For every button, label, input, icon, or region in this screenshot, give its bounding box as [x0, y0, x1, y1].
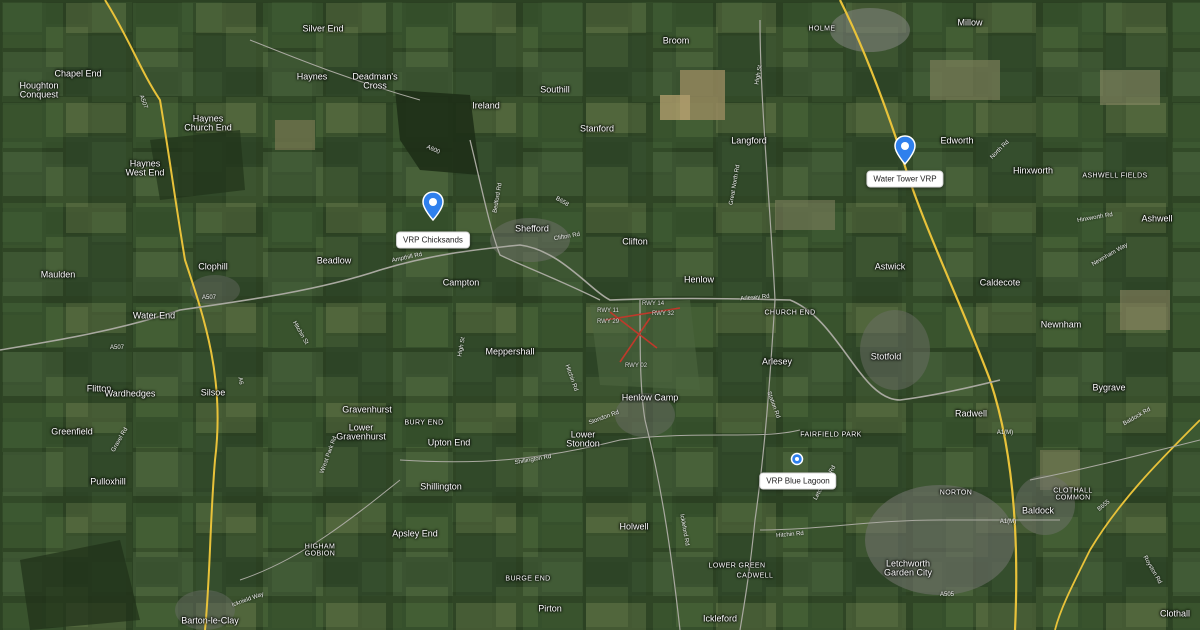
place-label: Pirton — [538, 603, 562, 614]
map-pin-icon — [894, 135, 916, 166]
place-label: FAIRFIELD PARK — [800, 431, 862, 439]
place-label: Clothall — [1159, 608, 1191, 619]
place-label: Haynes West End — [125, 158, 165, 178]
place-label: Campton — [442, 277, 480, 288]
runway-label: RWY 11 — [597, 308, 619, 314]
vrp-blue-lagoon-pin[interactable] — [790, 452, 804, 471]
place-label: Caldecote — [979, 277, 1021, 288]
place-label: ASHWELL FIELDS — [1082, 172, 1148, 180]
runway-label: RWY 32 — [651, 311, 675, 317]
place-label: NORTON — [939, 489, 973, 497]
place-label: Haynes — [296, 71, 328, 82]
place-label: HIGHAM GOBION — [304, 543, 336, 558]
airfield-runways — [604, 307, 681, 363]
place-label: Henlow — [683, 274, 715, 285]
place-label: Shillington — [420, 481, 462, 492]
place-label: Silsoe — [200, 387, 226, 398]
place-label: Pulloxhill — [90, 476, 126, 487]
place-label: Upton End — [427, 437, 471, 448]
vrp-chicksands-label[interactable]: VRP Chicksands — [396, 231, 470, 249]
runway-label: RWY 14 — [641, 301, 665, 307]
map-pin-icon — [422, 191, 444, 222]
place-label: Haynes Church End — [184, 113, 232, 133]
place-label: Maulden — [40, 269, 76, 280]
place-label: Hinxworth — [1012, 165, 1054, 176]
road-label: A507 — [201, 295, 217, 301]
road-label: A505 — [939, 592, 955, 598]
place-label: Lower Stondon — [566, 429, 600, 449]
place-label: Barton-le-Clay — [181, 615, 239, 626]
place-label: CHURCH END — [764, 309, 816, 317]
place-label: Silver End — [302, 23, 344, 34]
place-label: Edworth — [940, 135, 974, 146]
place-label: Shefford — [515, 223, 549, 234]
place-label: Lower Gravenhurst — [336, 422, 386, 442]
place-label: Water End — [132, 310, 176, 321]
place-label: Broom — [662, 35, 690, 46]
place-label: Radwell — [954, 408, 988, 419]
place-label: BURY END — [404, 419, 444, 427]
place-label: Clophill — [198, 261, 228, 272]
road-label: A1(M) — [996, 430, 1014, 436]
place-label: Greenfield — [51, 426, 93, 437]
place-label: Stotfold — [870, 351, 902, 362]
place-label: Newnham — [1040, 319, 1082, 330]
place-label: Holwell — [619, 521, 649, 532]
water-tower-vrp-pin[interactable] — [894, 135, 916, 170]
place-label: Wardhedges — [104, 388, 156, 399]
satellite-map[interactable]: RWY 11 RWY 29 RWY 14 RWY 32 RWY 02 Silve… — [0, 0, 1200, 630]
road-label: A507 — [109, 345, 125, 351]
road-label: A1(M) — [999, 519, 1017, 525]
vrp-chicksands-pin[interactable] — [422, 191, 444, 226]
place-label: Deadman's Cross — [352, 71, 398, 91]
place-label: Arlesey — [761, 356, 793, 367]
place-label: Ireland — [472, 100, 500, 111]
road-label: A6 — [236, 376, 244, 386]
place-label: LOWER GREEN — [708, 562, 766, 570]
place-label: CLOTHALL COMMON — [1053, 487, 1093, 502]
place-label: Langford — [731, 135, 767, 146]
place-label: Millow — [957, 17, 983, 28]
map-pin-icon — [790, 452, 804, 466]
place-label: Southill — [540, 84, 570, 95]
place-label: Baldock — [1021, 505, 1055, 516]
place-label: BURGE END — [505, 575, 551, 583]
water-tower-vrp-label[interactable]: Water Tower VRP — [866, 170, 944, 188]
place-label: Ickleford — [702, 613, 738, 624]
place-label: Apsley End — [392, 528, 438, 539]
place-label: Beadlow — [316, 255, 352, 266]
place-label: Letchworth Garden City — [883, 558, 933, 578]
place-label: HOLME — [808, 25, 836, 33]
place-label: Stanford — [579, 123, 615, 134]
place-label: Ashwell — [1141, 213, 1173, 224]
place-label: Meppershall — [485, 346, 535, 357]
runway-label: RWY 29 — [596, 319, 620, 325]
place-label: Gravenhurst — [342, 404, 392, 415]
place-label: Clifton — [622, 236, 648, 247]
runway-label: RWY 02 — [624, 363, 648, 369]
place-label: Chapel End — [54, 68, 102, 79]
place-label: Henlow Camp — [621, 392, 679, 403]
place-label: Houghton Conquest — [19, 80, 59, 100]
place-label: CADWELL — [736, 572, 774, 580]
place-label: Astwick — [874, 261, 906, 272]
vrp-blue-lagoon-label[interactable]: VRP Blue Lagoon — [759, 472, 837, 490]
place-label: Bygrave — [1092, 382, 1126, 393]
